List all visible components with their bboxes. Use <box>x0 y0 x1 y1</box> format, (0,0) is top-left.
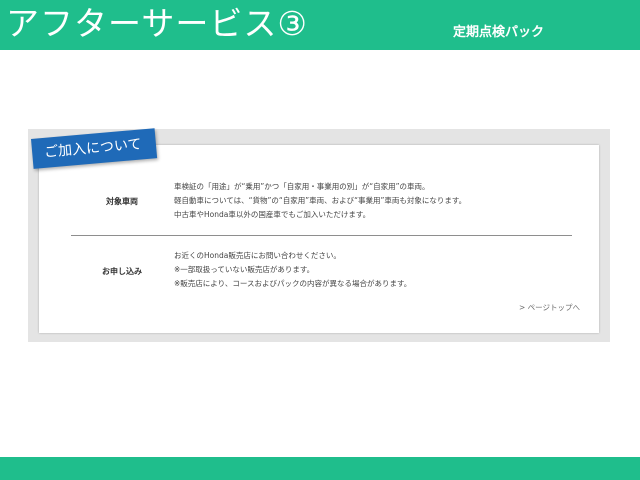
page-subtitle: 定期点検パック <box>453 25 545 40</box>
footer-bar <box>0 457 640 480</box>
header-bar: アフターサービス③ 定期点検パック <box>0 0 640 50</box>
row-line: 車検証の「用途」が“乗用”かつ「自家用・事業用の別」が“自家用”の車両。 <box>174 182 430 191</box>
row-content-application: お近くのHonda販売店にお問い合わせください。 ※一部取扱っていない販売店があ… <box>174 249 411 291</box>
row-line: 軽自動車については、“貨物”の“自家用”車両、および“事業用”車両も対象になりま… <box>174 196 467 205</box>
info-card <box>39 145 599 333</box>
row-divider <box>71 235 572 236</box>
row-line: 中古車やHonda車以外の国産車でもご加入いただけます。 <box>174 210 371 219</box>
row-line: ※販売店により、コースおよびパックの内容が異なる場合があります。 <box>174 279 412 288</box>
row-label-target-vehicle: 対象車両 <box>106 197 138 206</box>
row-label-application: お申し込み <box>102 267 142 276</box>
page-top-link[interactable]: > ページトップへ <box>519 302 580 313</box>
page-title: アフターサービス③ <box>6 4 308 43</box>
row-line: お近くのHonda販売店にお問い合わせください。 <box>174 251 341 260</box>
row-line: ※一部取扱っていない販売店があります。 <box>174 265 315 274</box>
row-content-target-vehicle: 車検証の「用途」が“乗用”かつ「自家用・事業用の別」が“自家用”の車両。 軽自動… <box>174 180 466 222</box>
section-ribbon-label: ご加入について <box>43 136 143 161</box>
